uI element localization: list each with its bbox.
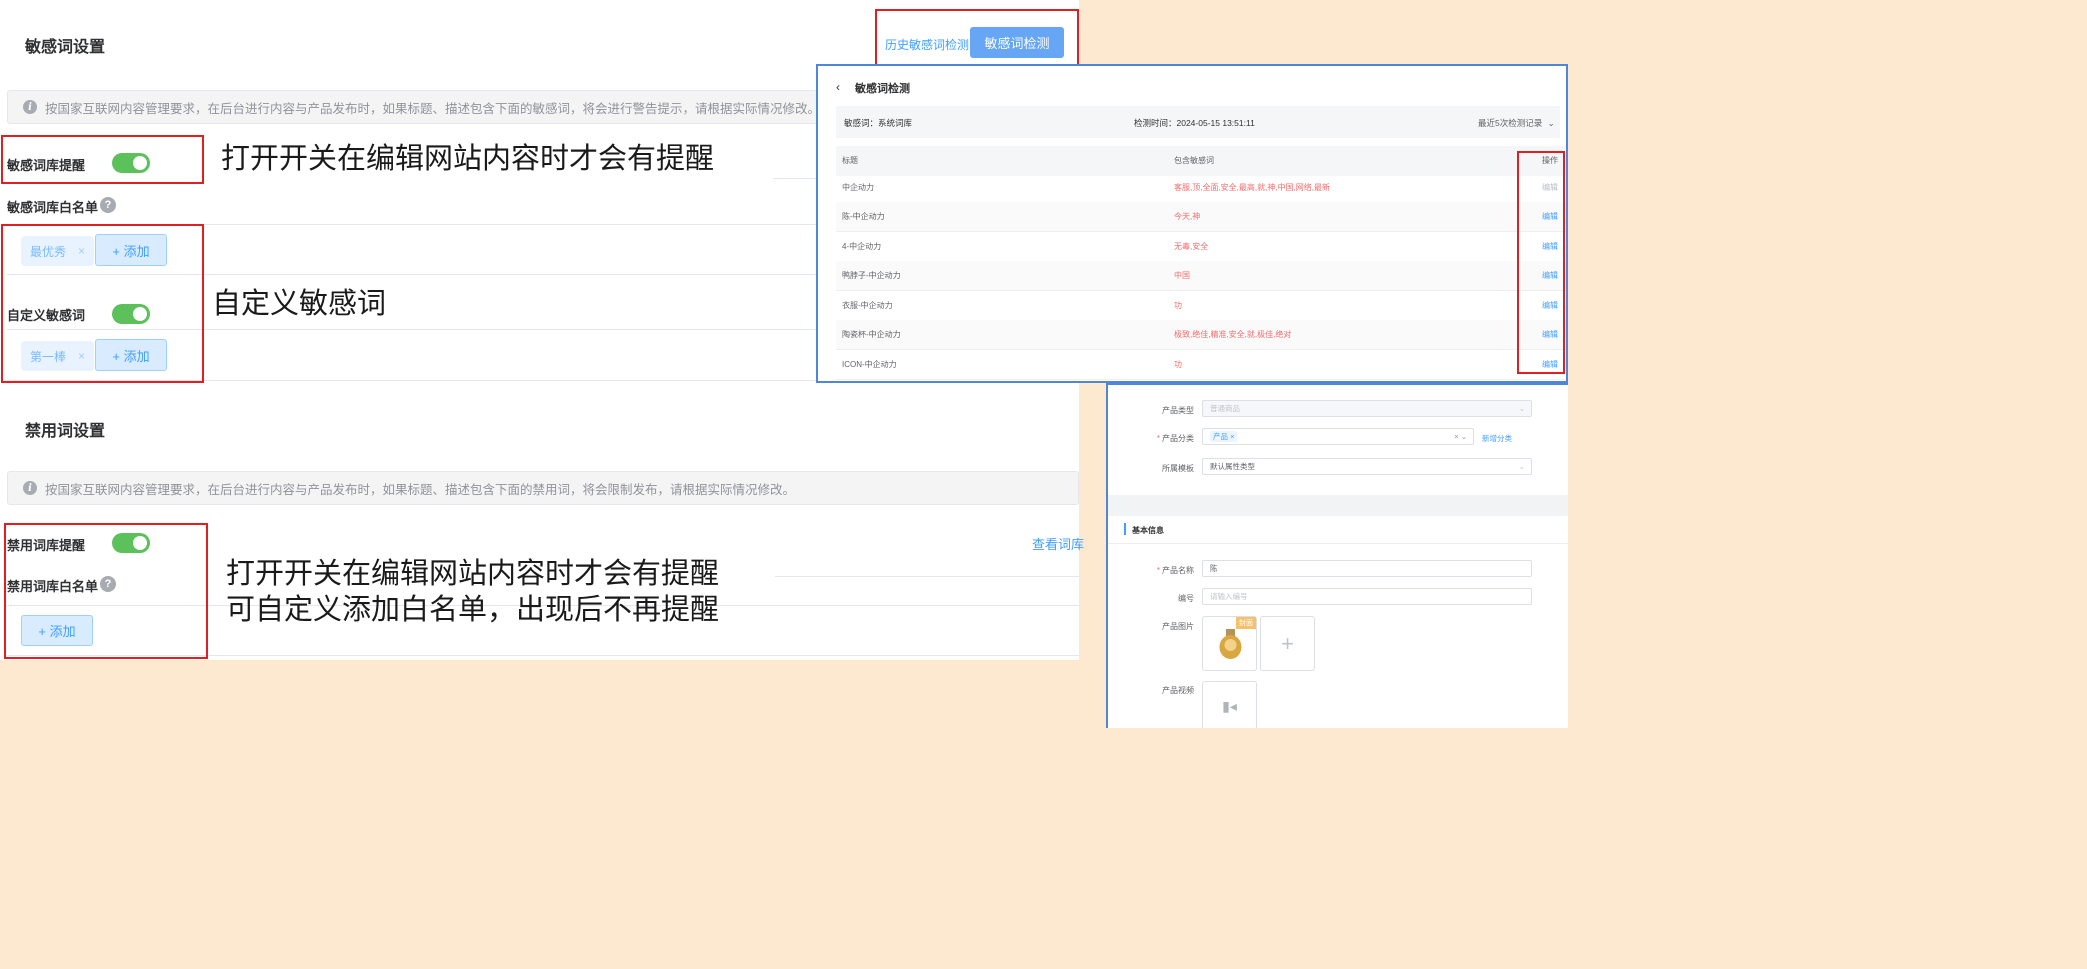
category-tag: 产品 × — [1210, 431, 1238, 442]
chevron-down-icon: ⌄ — [1518, 404, 1525, 413]
sensitive-whitelist-label: 敏感词库白名单? — [7, 197, 117, 216]
product-image-label: 产品图片 — [1162, 622, 1194, 631]
template-select[interactable]: 默认属性类型 ⌄ — [1202, 458, 1532, 475]
product-type-select[interactable]: 普通商品 ⌄ — [1202, 400, 1532, 417]
annotation-banned-2: 可自定义添加白名单，出现后不再提醒 — [226, 592, 720, 626]
history-detect-link[interactable]: 历史敏感词检测 — [885, 36, 969, 53]
detection-time: 检测时间：2024-05-15 13:51:11 — [1134, 118, 1255, 128]
table-row: ICON-中企动力 功 编辑 — [836, 350, 1566, 380]
table-header: 标题 包含敏感词 操作 — [836, 146, 1566, 176]
product-category-label-text: 产品分类 — [1162, 434, 1194, 443]
upload-image-button[interactable]: + — [1260, 616, 1315, 671]
product-code-label: 编号 — [1178, 594, 1194, 603]
product-type-label: 产品类型 — [1162, 406, 1194, 415]
table-row: 陈-中企动力 今天,神 编辑 — [836, 202, 1566, 232]
product-image-thumb[interactable]: 封面 — [1202, 616, 1257, 671]
row-title: 陈-中企动力 — [842, 211, 885, 221]
video-camera-icon[interactable]: ▮◂ — [1202, 681, 1257, 728]
chevron-down-icon: ⌄ — [1518, 462, 1525, 471]
add-category-link[interactable]: 新增分类 — [1482, 433, 1512, 444]
row-words: 极致,绝佳,精准,安全,就,极佳,绝对 — [1174, 329, 1292, 339]
product-name-input[interactable]: 陈 — [1202, 560, 1532, 577]
product-category-label: * 产品分类 — [1156, 434, 1194, 443]
sensitive-notice-text: 按国家互联网内容管理要求，在后台进行内容与产品发布时，如果标题、描述包含下面的敏… — [45, 101, 821, 116]
annotation-banned-1: 打开开关在编辑网站内容时才会有提醒 — [226, 556, 720, 590]
product-name-label: * 产品名称 — [1156, 566, 1194, 575]
product-form-panel: 产品类型 普通商品 ⌄ * 产品分类 产品 × × ⌄ 新增分类 所属模板 默认属… — [1106, 383, 1568, 728]
clear-icon[interactable]: × ⌄ — [1454, 432, 1467, 441]
section-divider — [1108, 495, 1568, 516]
detect-button[interactable]: 敏感词检测 — [970, 27, 1064, 58]
annotation-custom: 自定义敏感词 — [212, 286, 387, 320]
product-category-select[interactable]: 产品 × × ⌄ — [1202, 428, 1474, 445]
row-title: 中企动力 — [842, 182, 874, 192]
category-tag-text: 产品 — [1213, 432, 1228, 441]
highlight-box-banned — [4, 523, 208, 659]
banned-section-title: 禁用词设置 — [25, 423, 106, 440]
info-icon: i — [23, 100, 37, 114]
product-code-input[interactable]: 请输入编号 — [1202, 588, 1532, 605]
banned-notice-text: 按国家互联网内容管理要求，在后台进行内容与产品发布时，如果标题、描述包含下面的禁… — [45, 482, 796, 497]
chevron-down-icon: ⌄ — [1547, 118, 1555, 128]
row-words: 客服,顶,全面,安全,最高,就,神,中国,网络,最新 — [1174, 182, 1331, 192]
row-words: 中国 — [1174, 270, 1190, 280]
product-type-value: 普通商品 — [1210, 404, 1240, 413]
sensitive-whitelist-label-text: 敏感词库白名单 — [7, 200, 99, 215]
highlight-box-reminder — [1, 135, 204, 184]
divider — [1108, 543, 1568, 544]
row-words: 功 — [1174, 359, 1182, 369]
detection-title: 敏感词检测 — [855, 83, 910, 95]
row-title: 衣服-中企动力 — [842, 300, 893, 310]
history-records-text: 最近5次检测记录 — [1478, 118, 1543, 128]
table-row: 4-中企动力 无毒,安全 编辑 — [836, 232, 1566, 262]
chevron-left-icon[interactable]: ‹ — [836, 80, 840, 94]
row-words: 无毒,安全 — [1174, 241, 1209, 251]
lexicon-label: 敏感词：系统词库 — [844, 118, 913, 128]
template-label: 所属模板 — [1162, 464, 1194, 473]
divider — [775, 576, 1079, 577]
annotation-reminder: 打开开关在编辑网站内容时才会有提醒 — [221, 141, 715, 175]
table-row: 衣服-中企动力 功 编辑 — [836, 291, 1566, 321]
detection-panel: ‹ 敏感词检测 敏感词：系统词库 检测时间：2024-05-15 13:51:1… — [816, 64, 1568, 383]
table-row: 陶瓷杯-中企动力 极致,绝佳,精准,安全,就,极佳,绝对 编辑 — [836, 320, 1566, 350]
highlight-box-custom — [1, 224, 204, 383]
cover-badge: 封面 — [1236, 617, 1256, 629]
highlight-box-actions — [1517, 151, 1565, 374]
basic-info-title: 基本信息 — [1132, 526, 1164, 535]
banned-notice: i 按国家互联网内容管理要求，在后台进行内容与产品发布时，如果标题、描述包含下面… — [7, 471, 1079, 505]
product-video-label: 产品视频 — [1162, 686, 1194, 695]
table-row: 中企动力 客服,顶,全面,安全,最高,就,神,中国,网络,最新 编辑 — [836, 173, 1566, 203]
row-title: 4-中企动力 — [842, 241, 882, 251]
row-title: 陶瓷杯-中企动力 — [842, 329, 901, 339]
info-icon: i — [23, 481, 37, 495]
column-header: 包含敏感词 — [1174, 156, 1214, 166]
product-name-label-text: 产品名称 — [1162, 566, 1194, 575]
help-icon[interactable]: ? — [100, 197, 117, 213]
row-title: 鸭脖子-中企动力 — [842, 270, 901, 280]
row-words: 今天,神 — [1174, 211, 1201, 221]
view-lexicon-link[interactable]: 查看词库 — [1032, 534, 1084, 553]
sensitive-section-title: 敏感词设置 — [25, 39, 106, 56]
history-records-select[interactable]: 最近5次检测记录 ⌄ — [1478, 117, 1555, 129]
table-row: 鸭脖子-中企动力 中国 编辑 — [836, 261, 1566, 291]
template-value: 默认属性类型 — [1210, 462, 1255, 471]
column-header: 标题 — [842, 156, 858, 166]
row-title: ICON-中企动力 — [842, 359, 897, 369]
section-marker — [1124, 523, 1126, 535]
row-words: 功 — [1174, 300, 1182, 310]
